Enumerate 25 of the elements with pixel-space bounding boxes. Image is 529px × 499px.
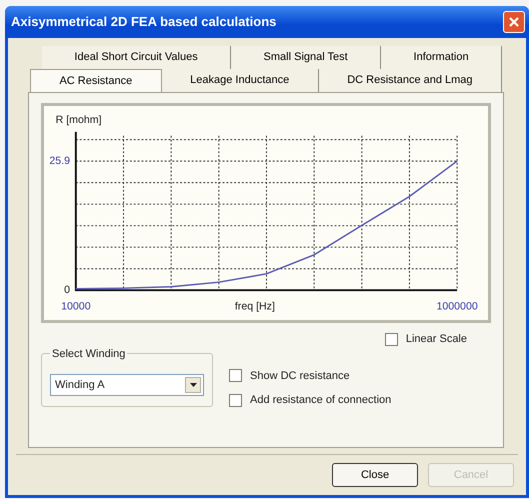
tab[interactable]: Information bbox=[381, 46, 502, 68]
checkbox-label: Show DC resistance bbox=[250, 368, 350, 384]
window-title: Axisymmetrical 2D FEA based calculations bbox=[11, 13, 276, 32]
checkbox-label: Linear Scale bbox=[406, 332, 467, 347]
group-legend: Select Winding bbox=[50, 346, 128, 362]
checkbox[interactable] bbox=[229, 369, 242, 382]
checkbox[interactable] bbox=[384, 332, 398, 346]
x-tick-label: 10000 bbox=[61, 300, 91, 313]
y-tick-label: 25.9 bbox=[49, 155, 70, 168]
caret-icon[interactable] bbox=[185, 377, 201, 393]
x-axis-label: freq [Hz] bbox=[234, 300, 275, 313]
tab[interactable]: AC Resistance bbox=[30, 68, 162, 92]
y-tick-label: 0 bbox=[64, 284, 70, 296]
winding-dropdown[interactable]: Winding A bbox=[50, 374, 204, 396]
tab[interactable]: DC Resistance and Lmag bbox=[318, 68, 502, 92]
checkbox-label: Add resistance of connection bbox=[250, 393, 392, 408]
tab[interactable]: Leakage Inductance bbox=[162, 68, 319, 92]
checkbox[interactable] bbox=[229, 394, 242, 407]
close-icon[interactable] bbox=[503, 11, 525, 33]
tab[interactable]: Small Signal Test bbox=[231, 46, 382, 68]
dropdown-value: Winding A bbox=[55, 378, 105, 393]
y-axis-label: R [mohm] bbox=[56, 114, 102, 126]
x-tick-label: 1000000 bbox=[436, 300, 478, 313]
close-button[interactable]: Close bbox=[332, 463, 418, 487]
tab[interactable]: Ideal Short Circuit Values bbox=[42, 46, 232, 68]
